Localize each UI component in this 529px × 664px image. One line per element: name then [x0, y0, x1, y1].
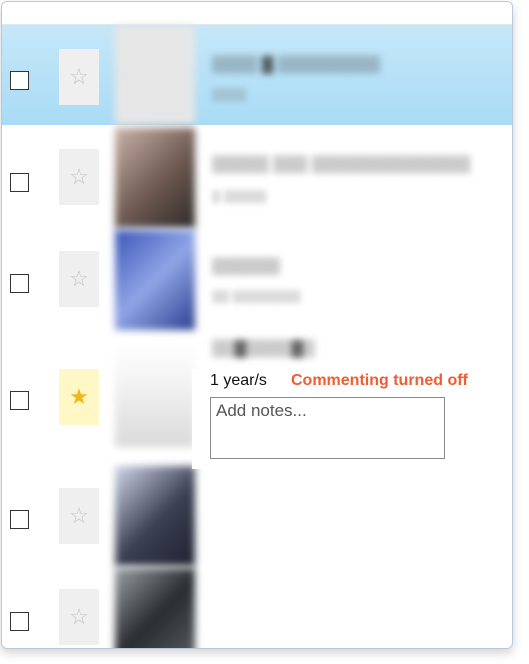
- channel-name-redacted: ▒▒▒▒ ▓ ▒▒▒▒▒▒▒▒▒: [212, 56, 380, 73]
- favorite-toggle[interactable]: ★: [59, 369, 99, 425]
- favorite-toggle[interactable]: ☆: [59, 589, 99, 645]
- channel-meta-redacted: ▒ ▒▒▒▒▒: [212, 189, 267, 203]
- list-top-strip: [2, 2, 512, 25]
- list-row[interactable]: ☆: [2, 568, 512, 648]
- list-row[interactable]: ☆ ▒▒▒▒ ▓ ▒▒▒▒▒▒▒▒▒ ▒▒▒▒: [2, 25, 512, 125]
- channel-thumbnail[interactable]: [115, 128, 195, 228]
- row-checkbox[interactable]: [10, 612, 29, 631]
- list-row[interactable]: ☆: [2, 466, 512, 566]
- row-checkbox[interactable]: [10, 173, 29, 192]
- channel-list-panel: ☆ ▒▒▒▒ ▓ ▒▒▒▒▒▒▒▒▒ ▒▒▒▒ ☆ ▒▒▒▒▒ ▒▒▒ ▒▒▒▒…: [1, 1, 513, 649]
- channel-thumbnail[interactable]: [115, 466, 195, 566]
- channel-meta-redacted: ▒▒▒▒: [212, 87, 247, 101]
- channel-name-redacted: ▒▒▒▒▒ ▒▒▒ ▒▒▒▒▒▒▒▒▒▒▒▒▒▒: [212, 156, 471, 173]
- row-checkbox[interactable]: [10, 71, 29, 90]
- row-checkbox[interactable]: [10, 510, 29, 529]
- channel-thumbnail[interactable]: [115, 568, 195, 648]
- row-checkbox[interactable]: [10, 274, 29, 293]
- star-outline-icon: ☆: [69, 604, 89, 629]
- subscription-age: 1 year/s: [210, 372, 267, 389]
- channel-meta-redacted: ▒▒ ▒▒▒▒▒▒▒▒: [212, 289, 301, 303]
- channel-thumbnail[interactable]: [115, 230, 195, 330]
- star-outline-icon: ☆: [69, 64, 89, 89]
- star-outline-icon: ☆: [69, 503, 89, 528]
- star-filled-icon: ★: [69, 384, 89, 409]
- favorite-toggle[interactable]: ☆: [59, 251, 99, 307]
- channel-name-redacted: ▒▒▒▒▒▒: [212, 258, 281, 275]
- channel-thumbnail[interactable]: [115, 342, 195, 447]
- notes-input[interactable]: [210, 397, 445, 459]
- favorite-toggle[interactable]: ☆: [59, 149, 99, 205]
- channel-name-redacted: ▒▒▓▒▒▒▒▓▒: [212, 340, 315, 357]
- commenting-status: Commenting turned off: [291, 372, 468, 389]
- list-row[interactable]: ☆ ▒▒▒▒▒ ▒▒▒ ▒▒▒▒▒▒▒▒▒▒▒▒▒▒ ▒ ▒▒▒▒▒: [2, 128, 512, 228]
- star-outline-icon: ☆: [69, 266, 89, 291]
- favorite-toggle[interactable]: ☆: [59, 49, 99, 105]
- star-outline-icon: ☆: [69, 164, 89, 189]
- channel-thumbnail[interactable]: [115, 25, 195, 125]
- row-checkbox[interactable]: [10, 391, 29, 410]
- list-row[interactable]: ☆ ▒▒▒▒▒▒ ▒▒ ▒▒▒▒▒▒▒▒: [2, 230, 512, 330]
- favorite-toggle[interactable]: ☆: [59, 488, 99, 544]
